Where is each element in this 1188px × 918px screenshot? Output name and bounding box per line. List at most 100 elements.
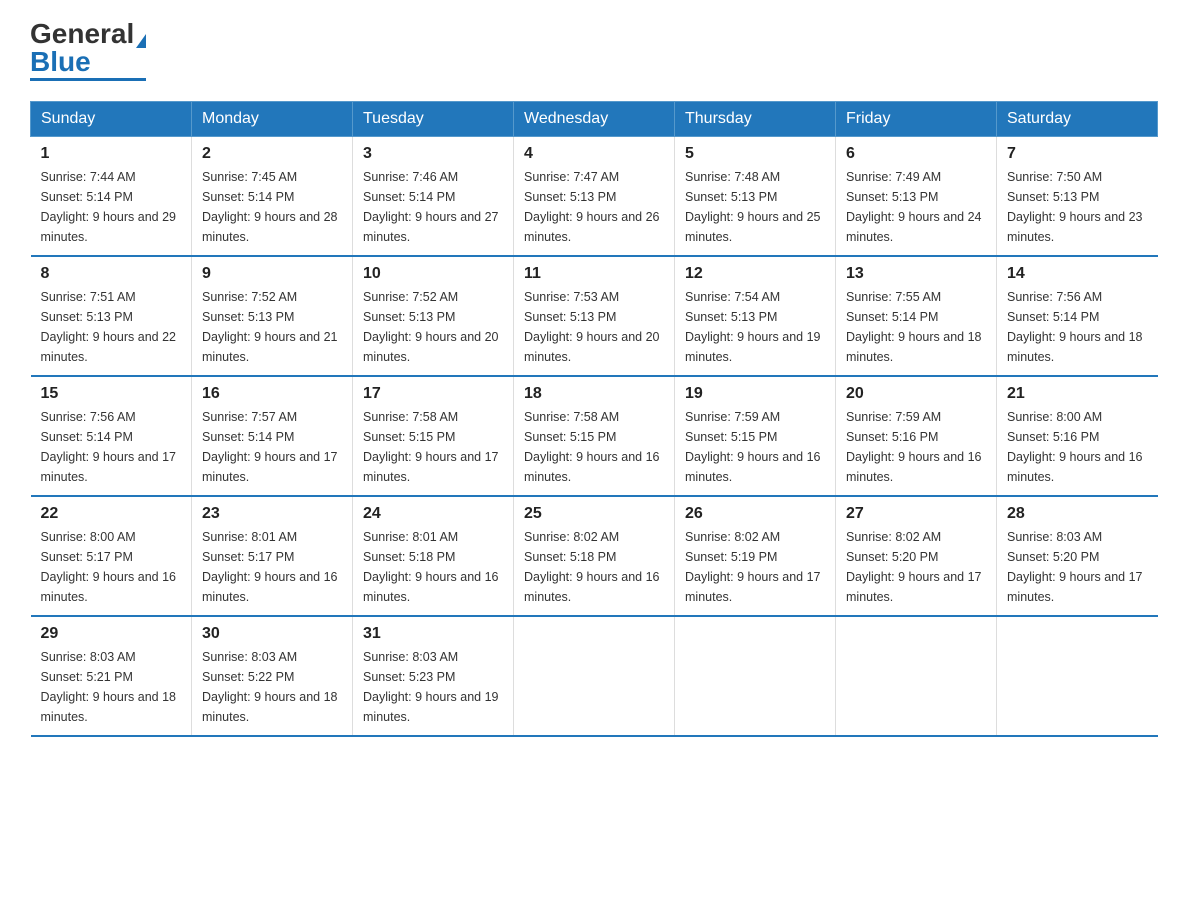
calendar-cell bbox=[836, 616, 997, 736]
day-number: 31 bbox=[363, 625, 503, 643]
day-number: 28 bbox=[1007, 505, 1148, 523]
calendar-cell: 18 Sunrise: 7:58 AM Sunset: 5:15 PM Dayl… bbox=[514, 376, 675, 496]
calendar-cell: 6 Sunrise: 7:49 AM Sunset: 5:13 PM Dayli… bbox=[836, 137, 997, 257]
calendar-cell: 26 Sunrise: 8:02 AM Sunset: 5:19 PM Dayl… bbox=[675, 496, 836, 616]
page-header: General Blue bbox=[30, 20, 1158, 81]
day-info: Sunrise: 8:00 AM Sunset: 5:17 PM Dayligh… bbox=[41, 530, 177, 604]
day-number: 3 bbox=[363, 145, 503, 163]
day-info: Sunrise: 7:46 AM Sunset: 5:14 PM Dayligh… bbox=[363, 170, 499, 244]
day-number: 13 bbox=[846, 265, 986, 283]
day-number: 24 bbox=[363, 505, 503, 523]
calendar-cell: 4 Sunrise: 7:47 AM Sunset: 5:13 PM Dayli… bbox=[514, 137, 675, 257]
calendar-cell: 10 Sunrise: 7:52 AM Sunset: 5:13 PM Dayl… bbox=[353, 256, 514, 376]
calendar-cell: 16 Sunrise: 7:57 AM Sunset: 5:14 PM Dayl… bbox=[192, 376, 353, 496]
day-header-wednesday: Wednesday bbox=[514, 102, 675, 137]
day-number: 19 bbox=[685, 385, 825, 403]
logo-triangle-icon bbox=[136, 34, 146, 48]
calendar-cell: 14 Sunrise: 7:56 AM Sunset: 5:14 PM Dayl… bbox=[997, 256, 1158, 376]
calendar-cell: 27 Sunrise: 8:02 AM Sunset: 5:20 PM Dayl… bbox=[836, 496, 997, 616]
calendar-cell: 20 Sunrise: 7:59 AM Sunset: 5:16 PM Dayl… bbox=[836, 376, 997, 496]
day-info: Sunrise: 8:00 AM Sunset: 5:16 PM Dayligh… bbox=[1007, 410, 1143, 484]
calendar-table: SundayMondayTuesdayWednesdayThursdayFrid… bbox=[30, 101, 1158, 737]
calendar-cell: 3 Sunrise: 7:46 AM Sunset: 5:14 PM Dayli… bbox=[353, 137, 514, 257]
calendar-cell: 22 Sunrise: 8:00 AM Sunset: 5:17 PM Dayl… bbox=[31, 496, 192, 616]
logo-text: General Blue bbox=[30, 20, 146, 76]
day-info: Sunrise: 7:53 AM Sunset: 5:13 PM Dayligh… bbox=[524, 290, 660, 364]
calendar-cell: 15 Sunrise: 7:56 AM Sunset: 5:14 PM Dayl… bbox=[31, 376, 192, 496]
day-number: 26 bbox=[685, 505, 825, 523]
day-number: 16 bbox=[202, 385, 342, 403]
day-info: Sunrise: 8:02 AM Sunset: 5:19 PM Dayligh… bbox=[685, 530, 821, 604]
day-number: 6 bbox=[846, 145, 986, 163]
calendar-cell bbox=[514, 616, 675, 736]
day-info: Sunrise: 7:51 AM Sunset: 5:13 PM Dayligh… bbox=[41, 290, 177, 364]
day-header-sunday: Sunday bbox=[31, 102, 192, 137]
day-info: Sunrise: 7:56 AM Sunset: 5:14 PM Dayligh… bbox=[1007, 290, 1143, 364]
day-info: Sunrise: 8:03 AM Sunset: 5:21 PM Dayligh… bbox=[41, 650, 177, 724]
calendar-week-1: 1 Sunrise: 7:44 AM Sunset: 5:14 PM Dayli… bbox=[31, 137, 1158, 257]
calendar-cell bbox=[675, 616, 836, 736]
day-number: 17 bbox=[363, 385, 503, 403]
calendar-cell: 21 Sunrise: 8:00 AM Sunset: 5:16 PM Dayl… bbox=[997, 376, 1158, 496]
day-header-tuesday: Tuesday bbox=[353, 102, 514, 137]
day-info: Sunrise: 7:58 AM Sunset: 5:15 PM Dayligh… bbox=[524, 410, 660, 484]
day-info: Sunrise: 7:57 AM Sunset: 5:14 PM Dayligh… bbox=[202, 410, 338, 484]
calendar-week-2: 8 Sunrise: 7:51 AM Sunset: 5:13 PM Dayli… bbox=[31, 256, 1158, 376]
calendar-cell: 30 Sunrise: 8:03 AM Sunset: 5:22 PM Dayl… bbox=[192, 616, 353, 736]
logo: General Blue bbox=[30, 20, 146, 81]
day-info: Sunrise: 8:01 AM Sunset: 5:18 PM Dayligh… bbox=[363, 530, 499, 604]
calendar-cell: 17 Sunrise: 7:58 AM Sunset: 5:15 PM Dayl… bbox=[353, 376, 514, 496]
day-number: 22 bbox=[41, 505, 182, 523]
calendar-cell: 9 Sunrise: 7:52 AM Sunset: 5:13 PM Dayli… bbox=[192, 256, 353, 376]
calendar-week-5: 29 Sunrise: 8:03 AM Sunset: 5:21 PM Dayl… bbox=[31, 616, 1158, 736]
day-number: 20 bbox=[846, 385, 986, 403]
day-number: 4 bbox=[524, 145, 664, 163]
day-number: 10 bbox=[363, 265, 503, 283]
calendar-cell: 13 Sunrise: 7:55 AM Sunset: 5:14 PM Dayl… bbox=[836, 256, 997, 376]
calendar-cell: 28 Sunrise: 8:03 AM Sunset: 5:20 PM Dayl… bbox=[997, 496, 1158, 616]
day-info: Sunrise: 7:44 AM Sunset: 5:14 PM Dayligh… bbox=[41, 170, 177, 244]
calendar-cell: 1 Sunrise: 7:44 AM Sunset: 5:14 PM Dayli… bbox=[31, 137, 192, 257]
day-info: Sunrise: 7:50 AM Sunset: 5:13 PM Dayligh… bbox=[1007, 170, 1143, 244]
calendar-cell: 24 Sunrise: 8:01 AM Sunset: 5:18 PM Dayl… bbox=[353, 496, 514, 616]
day-number: 7 bbox=[1007, 145, 1148, 163]
day-number: 25 bbox=[524, 505, 664, 523]
day-number: 2 bbox=[202, 145, 342, 163]
day-header-saturday: Saturday bbox=[997, 102, 1158, 137]
day-number: 27 bbox=[846, 505, 986, 523]
calendar-cell: 19 Sunrise: 7:59 AM Sunset: 5:15 PM Dayl… bbox=[675, 376, 836, 496]
calendar-header-row: SundayMondayTuesdayWednesdayThursdayFrid… bbox=[31, 102, 1158, 137]
day-number: 5 bbox=[685, 145, 825, 163]
day-info: Sunrise: 8:02 AM Sunset: 5:20 PM Dayligh… bbox=[846, 530, 982, 604]
day-number: 30 bbox=[202, 625, 342, 643]
day-number: 18 bbox=[524, 385, 664, 403]
day-number: 23 bbox=[202, 505, 342, 523]
day-info: Sunrise: 7:52 AM Sunset: 5:13 PM Dayligh… bbox=[363, 290, 499, 364]
calendar-cell bbox=[997, 616, 1158, 736]
day-info: Sunrise: 8:03 AM Sunset: 5:22 PM Dayligh… bbox=[202, 650, 338, 724]
calendar-cell: 5 Sunrise: 7:48 AM Sunset: 5:13 PM Dayli… bbox=[675, 137, 836, 257]
day-number: 14 bbox=[1007, 265, 1148, 283]
day-info: Sunrise: 7:45 AM Sunset: 5:14 PM Dayligh… bbox=[202, 170, 338, 244]
day-number: 29 bbox=[41, 625, 182, 643]
day-number: 15 bbox=[41, 385, 182, 403]
calendar-cell: 11 Sunrise: 7:53 AM Sunset: 5:13 PM Dayl… bbox=[514, 256, 675, 376]
calendar-cell: 12 Sunrise: 7:54 AM Sunset: 5:13 PM Dayl… bbox=[675, 256, 836, 376]
day-info: Sunrise: 7:48 AM Sunset: 5:13 PM Dayligh… bbox=[685, 170, 821, 244]
day-info: Sunrise: 8:03 AM Sunset: 5:20 PM Dayligh… bbox=[1007, 530, 1143, 604]
day-info: Sunrise: 7:56 AM Sunset: 5:14 PM Dayligh… bbox=[41, 410, 177, 484]
day-number: 1 bbox=[41, 145, 182, 163]
day-info: Sunrise: 7:59 AM Sunset: 5:15 PM Dayligh… bbox=[685, 410, 821, 484]
logo-underline bbox=[30, 78, 146, 81]
logo-blue-text: Blue bbox=[30, 46, 91, 77]
calendar-cell: 29 Sunrise: 8:03 AM Sunset: 5:21 PM Dayl… bbox=[31, 616, 192, 736]
day-number: 8 bbox=[41, 265, 182, 283]
day-number: 9 bbox=[202, 265, 342, 283]
day-info: Sunrise: 7:55 AM Sunset: 5:14 PM Dayligh… bbox=[846, 290, 982, 364]
day-info: Sunrise: 8:01 AM Sunset: 5:17 PM Dayligh… bbox=[202, 530, 338, 604]
day-header-monday: Monday bbox=[192, 102, 353, 137]
day-header-friday: Friday bbox=[836, 102, 997, 137]
calendar-cell: 25 Sunrise: 8:02 AM Sunset: 5:18 PM Dayl… bbox=[514, 496, 675, 616]
calendar-cell: 23 Sunrise: 8:01 AM Sunset: 5:17 PM Dayl… bbox=[192, 496, 353, 616]
calendar-cell: 2 Sunrise: 7:45 AM Sunset: 5:14 PM Dayli… bbox=[192, 137, 353, 257]
